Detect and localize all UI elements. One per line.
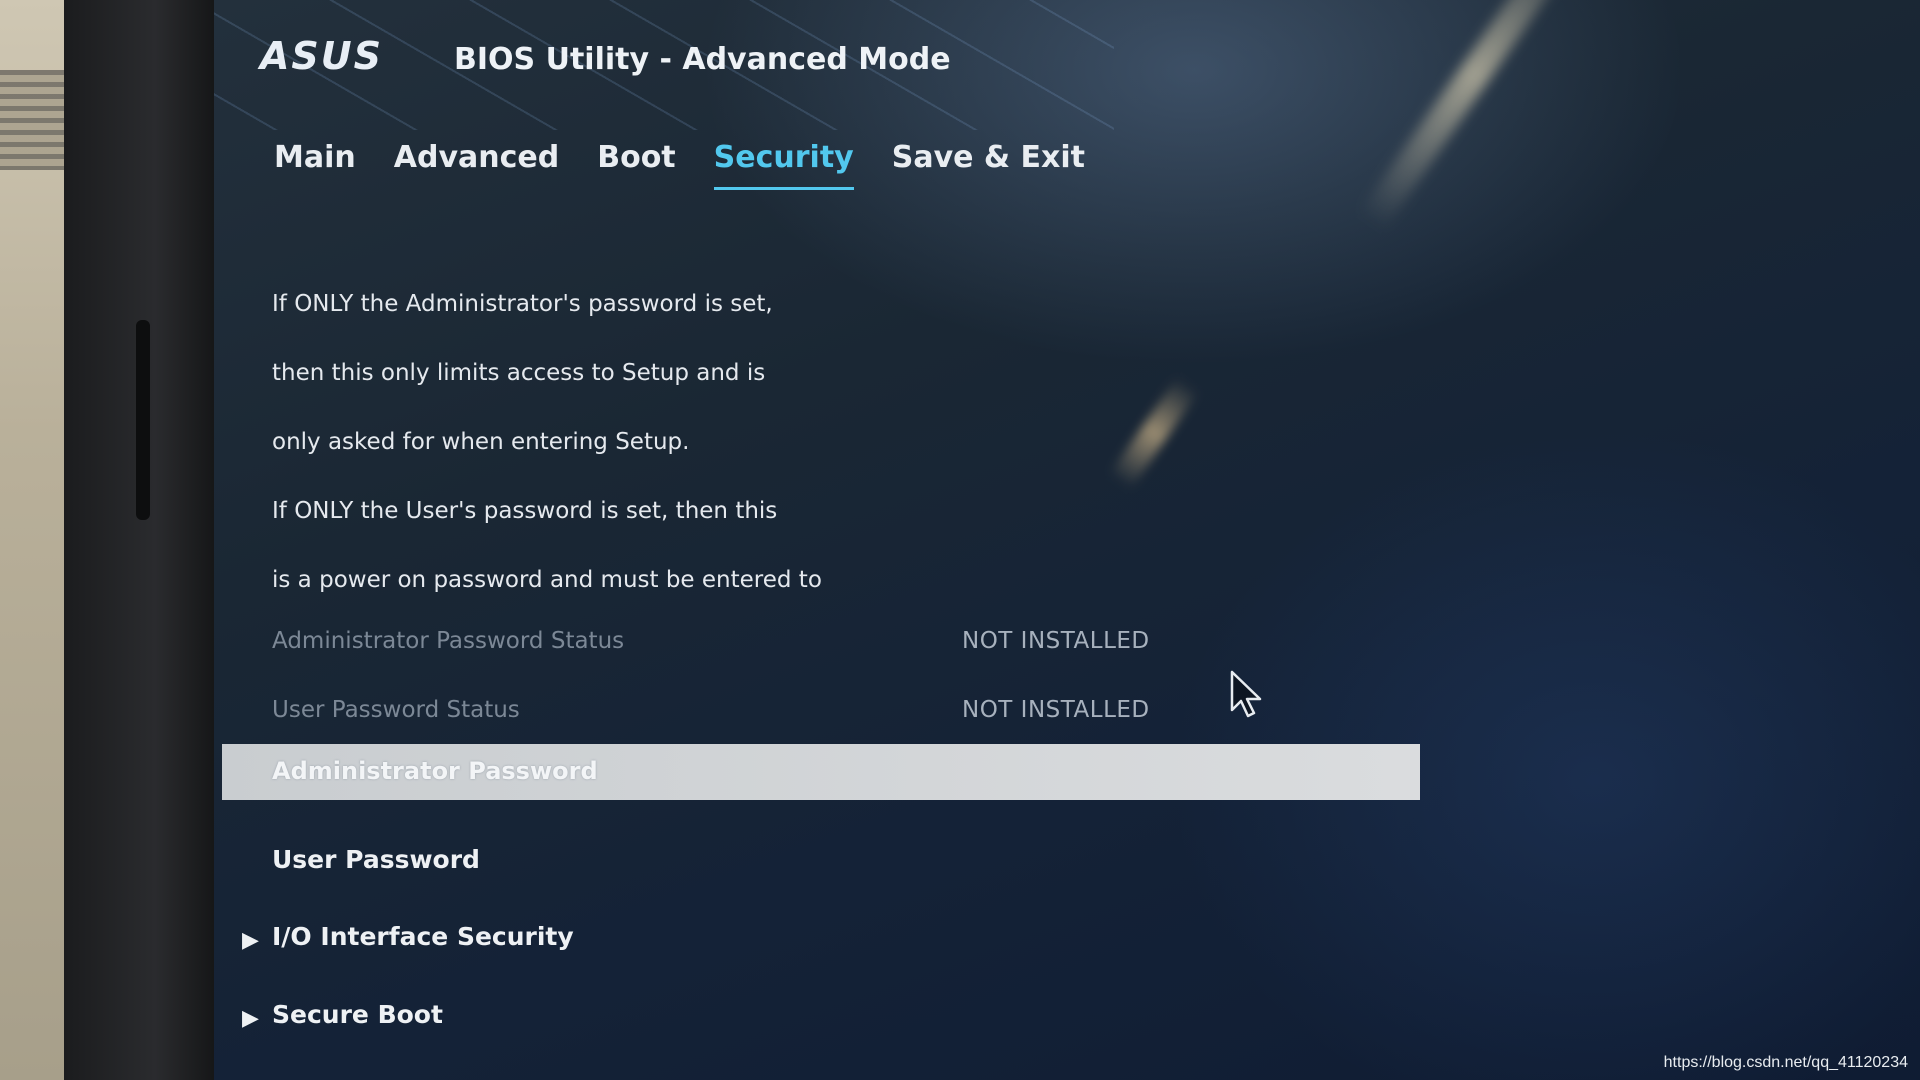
description-line: only asked for when entering Setup. [272,429,690,455]
admin-password-status-value: NOT INSTALLED [962,628,1150,654]
wall-vent [0,70,64,170]
mouse-cursor-icon [1230,670,1262,718]
screen-glare [1358,0,1590,232]
description-line: If ONLY the User's password is set, then… [272,498,778,524]
bios-screen: ASUS BIOS Utility - Advanced Mode Main A… [214,0,1920,1080]
admin-password-status-row: Administrator Password Status NOT INSTAL… [272,628,1172,668]
description-line: If ONLY the Administrator's password is … [272,291,773,317]
administrator-password-label: Administrator Password [272,757,598,785]
user-password-item[interactable]: User Password [272,845,480,874]
chevron-right-icon: ▶ [242,928,259,953]
chevron-right-icon: ▶ [242,1006,259,1031]
help-description: If ONLY the Administrator's password is … [272,270,972,615]
tab-main[interactable]: Main [274,140,356,190]
admin-password-status-label: Administrator Password Status [272,628,625,654]
user-password-status-label: User Password Status [272,697,520,723]
asus-logo: ASUS [260,34,384,78]
background-wall [0,0,70,1080]
tab-save-exit[interactable]: Save & Exit [892,140,1085,190]
user-password-status-row: User Password Status NOT INSTALLED [272,697,1172,737]
monitor-bezel [64,0,216,1080]
tab-advanced[interactable]: Advanced [394,140,559,190]
watermark: https://blog.csdn.net/qq_41120234 [1663,1054,1908,1071]
description-line: is a power on password and must be enter… [272,567,822,593]
page-title: BIOS Utility - Advanced Mode [454,42,951,77]
user-password-status-value: NOT INSTALLED [962,697,1150,723]
tab-bar: Main Advanced Boot Security Save & Exit [274,140,1085,190]
tab-security[interactable]: Security [713,140,854,190]
tab-boot[interactable]: Boot [597,140,675,190]
administrator-password-item[interactable]: Administrator Password [222,744,1420,800]
screen-glare-small [1108,376,1200,490]
bezel-notch [136,320,150,520]
secure-boot-item[interactable]: Secure Boot [272,1000,443,1029]
io-interface-security-item[interactable]: I/O Interface Security [272,922,574,951]
description-line: then this only limits access to Setup an… [272,360,766,386]
